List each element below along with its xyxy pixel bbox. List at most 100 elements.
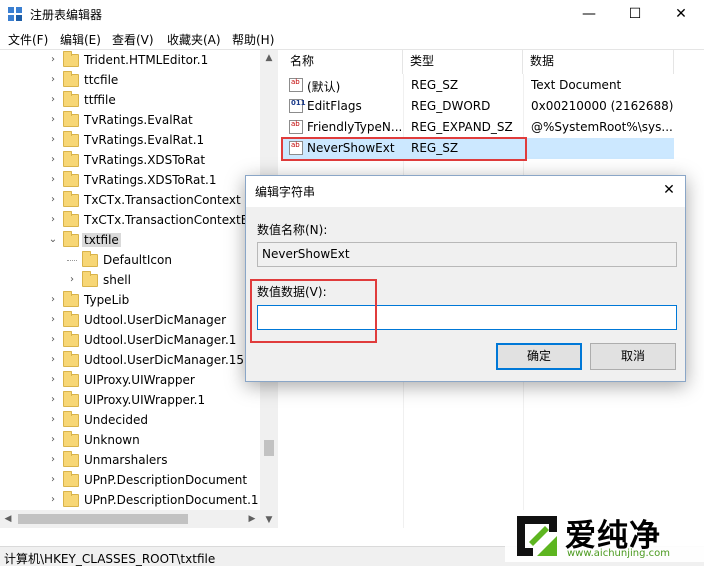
tree-item[interactable]: › Undecided xyxy=(0,411,260,431)
column-header-type[interactable]: 类型 xyxy=(403,50,523,74)
tree-item-label: TxCTx.TransactionContext xyxy=(84,193,241,207)
expand-arrow-icon[interactable]: › xyxy=(48,214,58,226)
tree-item[interactable]: › Udtool.UserDicManager xyxy=(0,311,260,331)
folder-icon xyxy=(82,251,98,267)
menu-favorites[interactable]: 收藏夹(A) xyxy=(167,31,221,48)
value-name-cell: FriendlyTypeN... xyxy=(307,120,401,134)
tree-item[interactable]: DefaultIcon xyxy=(0,251,260,271)
folder-icon xyxy=(63,191,79,207)
expand-arrow-icon[interactable]: › xyxy=(48,154,58,166)
tree-item-label: Udtool.UserDicManager.1 xyxy=(84,333,237,347)
menu-help[interactable]: 帮助(H) xyxy=(232,31,274,48)
watermark-url: www.aichunjing.com xyxy=(567,548,670,559)
tree-item[interactable]: › UPnP.DescriptionDocument xyxy=(0,471,260,491)
scroll-thumb[interactable] xyxy=(18,514,188,524)
menu-edit[interactable]: 编辑(E) xyxy=(60,31,101,48)
folder-icon xyxy=(63,431,79,447)
scroll-thumb[interactable] xyxy=(264,440,274,456)
tree-item-label: ttffile xyxy=(84,93,116,107)
tree-item-label: Undecided xyxy=(84,413,148,427)
value-data-cell: Text Document xyxy=(531,78,622,92)
tree-item[interactable]: › Trident.HTMLEditor.1 xyxy=(0,51,260,71)
column-header-name[interactable]: 名称 xyxy=(283,50,403,74)
registry-value-row[interactable]: 011 EditFlags REG_DWORD 0x00210000 (2162688… xyxy=(283,96,674,117)
ok-button[interactable]: 确定 xyxy=(496,343,582,370)
tree-item[interactable]: › TvRatings.EvalRat xyxy=(0,111,260,131)
scroll-left-arrow-icon[interactable]: ◀ xyxy=(0,510,16,528)
registry-value-row[interactable]: ab (默认) REG_SZ Text Document xyxy=(283,75,674,96)
expand-arrow-icon[interactable]: › xyxy=(67,274,77,286)
folder-icon xyxy=(63,231,79,247)
binary-value-icon: 011 xyxy=(289,99,306,113)
expand-arrow-icon[interactable]: › xyxy=(48,494,58,506)
tree-item[interactable]: › Udtool.UserDicManager.1 xyxy=(0,331,260,351)
scroll-up-arrow-icon[interactable]: ▲ xyxy=(260,50,278,66)
folder-icon xyxy=(63,471,79,487)
aichunjing-logo-icon xyxy=(517,516,557,556)
tree-horizontal-scrollbar[interactable]: ◀ ▶ xyxy=(0,510,260,528)
value-data-cell: 0x00210000 (2162688) xyxy=(531,99,674,113)
scroll-down-arrow-icon[interactable]: ▼ xyxy=(260,512,278,528)
tree-item[interactable]: › TvRatings.EvalRat.1 xyxy=(0,131,260,151)
folder-icon xyxy=(63,131,79,147)
expand-arrow-icon[interactable]: › xyxy=(48,334,58,346)
expand-arrow-icon[interactable]: › xyxy=(48,474,58,486)
tree-item[interactable]: › TypeLib xyxy=(0,291,260,311)
expand-arrow-icon[interactable]: › xyxy=(48,174,58,186)
tree-item[interactable]: › ttcfile xyxy=(0,71,260,91)
value-name-cell: EditFlags xyxy=(307,99,362,113)
tree-item[interactable]: › shell xyxy=(0,271,260,291)
tree-item[interactable]: › TvRatings.XDSToRat xyxy=(0,151,260,171)
expand-arrow-icon[interactable]: › xyxy=(48,134,58,146)
tree-item[interactable]: › UIProxy.UIWrapper.1 xyxy=(0,391,260,411)
expand-arrow-icon[interactable]: › xyxy=(48,434,58,446)
registry-value-row[interactable]: ab FriendlyTypeN... REG_EXPAND_SZ @%SystemR… xyxy=(283,117,674,138)
folder-icon xyxy=(63,351,79,367)
expand-arrow-icon[interactable]: › xyxy=(48,94,58,106)
folder-icon xyxy=(63,371,79,387)
tree-item-label: DefaultIcon xyxy=(103,253,172,267)
expand-arrow-icon[interactable]: › xyxy=(48,454,58,466)
value-type-cell: REG_SZ xyxy=(411,78,459,92)
tree-item[interactable]: › TxCTx.TransactionContext xyxy=(0,191,260,211)
tree-item[interactable]: › TxCTx.TransactionContextEx xyxy=(0,211,260,231)
column-header-data[interactable]: 数据 xyxy=(523,50,674,74)
value-type-cell: REG_EXPAND_SZ xyxy=(411,120,513,134)
tree-item[interactable]: › Udtool.UserDicManager.15 xyxy=(0,351,260,371)
tree-item-label: Unmarshalers xyxy=(84,453,168,467)
tree-item[interactable]: › Unknown xyxy=(0,431,260,451)
tree-item[interactable]: › Unmarshalers xyxy=(0,451,260,471)
registry-tree[interactable]: › Trident.HTMLEditor.1 › ttcfile › ttffile › Tv… xyxy=(0,50,278,528)
expand-arrow-icon[interactable]: › xyxy=(48,74,58,86)
tree-item[interactable]: ⌄ txtfile xyxy=(0,231,260,251)
folder-icon xyxy=(63,151,79,167)
collapse-arrow-icon[interactable]: ⌄ xyxy=(48,234,58,246)
expand-arrow-icon[interactable]: › xyxy=(48,294,58,306)
expand-arrow-icon[interactable]: › xyxy=(48,314,58,326)
string-value-icon: ab xyxy=(289,78,303,92)
tree-item[interactable]: › UPnP.DescriptionDocument.1 xyxy=(0,491,260,511)
tree-item[interactable]: › TvRatings.XDSToRat.1 xyxy=(0,171,260,191)
string-value-icon: ab xyxy=(289,120,303,134)
expand-arrow-icon[interactable]: › xyxy=(48,414,58,426)
tree-item[interactable]: › UIProxy.UIWrapper xyxy=(0,371,260,391)
menu-bar: 文件(F) 编辑(E) 查看(V) 收藏夹(A) 帮助(H) xyxy=(0,29,704,49)
cancel-button[interactable]: 取消 xyxy=(590,343,676,370)
expand-arrow-icon[interactable]: › xyxy=(48,394,58,406)
maximize-button[interactable]: ☐ xyxy=(612,0,658,29)
menu-file[interactable]: 文件(F) xyxy=(8,31,48,48)
folder-icon xyxy=(63,111,79,127)
dialog-close-button[interactable]: ✕ xyxy=(656,179,682,201)
tree-item-label: TypeLib xyxy=(84,293,130,307)
scroll-right-arrow-icon[interactable]: ▶ xyxy=(244,510,260,528)
expand-arrow-icon[interactable]: › xyxy=(48,374,58,386)
minimize-button[interactable]: — xyxy=(566,0,612,29)
expand-arrow-icon[interactable]: › xyxy=(48,194,58,206)
expand-arrow-icon[interactable]: › xyxy=(48,54,58,66)
menu-view[interactable]: 查看(V) xyxy=(112,31,154,48)
expand-arrow-icon[interactable]: › xyxy=(48,354,58,366)
expand-arrow-icon[interactable]: › xyxy=(48,114,58,126)
close-button[interactable]: ✕ xyxy=(658,0,704,29)
tree-item[interactable]: › ttffile xyxy=(0,91,260,111)
tree-item-label: ttcfile xyxy=(84,73,119,87)
